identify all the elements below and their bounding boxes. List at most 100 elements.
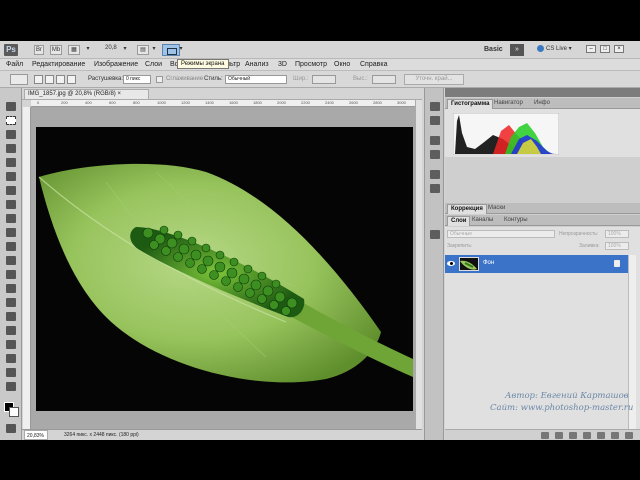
- refine-edge-button[interactable]: Уточн. край...: [404, 74, 464, 85]
- 3d-rotate-tool-icon[interactable]: [6, 354, 16, 363]
- dodge-tool-icon[interactable]: [6, 284, 16, 293]
- pen-tool-icon[interactable]: [6, 298, 16, 307]
- eraser-tool-icon[interactable]: [6, 242, 16, 251]
- opacity-input[interactable]: 100%: [605, 230, 629, 238]
- zoom-level[interactable]: 20,8: [105, 45, 117, 51]
- brush-tool-icon[interactable]: [6, 200, 16, 209]
- launch-bridge-button[interactable]: Br: [34, 45, 44, 55]
- path-selection-tool-icon[interactable]: [6, 326, 16, 335]
- tool-presets-panel-icon[interactable]: [430, 230, 440, 239]
- add-selection-icon[interactable]: [45, 75, 54, 84]
- cs-live-button[interactable]: CS Live ▾: [537, 45, 572, 52]
- view-extras-chevron-icon[interactable]: ▾: [84, 45, 92, 55]
- menu-image[interactable]: Изображение: [94, 61, 138, 68]
- healing-brush-tool-icon[interactable]: [6, 186, 16, 195]
- history-brush-tool-icon[interactable]: [6, 228, 16, 237]
- tab-info[interactable]: Инфо: [531, 99, 553, 109]
- tab-layers[interactable]: Слои: [447, 216, 471, 226]
- workspace-more-button[interactable]: »: [510, 44, 524, 56]
- view-extras-button[interactable]: ▦: [68, 45, 80, 55]
- blur-tool-icon[interactable]: [6, 270, 16, 279]
- workspace-switcher[interactable]: Basic: [484, 46, 503, 53]
- shape-tool-icon[interactable]: [6, 340, 16, 349]
- arrange-chevron-icon[interactable]: ▾: [150, 45, 158, 55]
- add-mask-icon[interactable]: [569, 432, 577, 439]
- paragraph-panel-icon[interactable]: [430, 184, 440, 193]
- menu-window[interactable]: Окно: [334, 61, 350, 68]
- document-tab[interactable]: IMG_1857.jpg @ 20,8% (RGB/8) ×: [24, 89, 149, 99]
- menu-file[interactable]: Файл: [6, 61, 23, 68]
- arrange-documents-button[interactable]: ▤: [137, 45, 149, 55]
- tab-channels[interactable]: Каналы: [469, 216, 496, 226]
- gradient-tool-icon[interactable]: [6, 256, 16, 265]
- visibility-eye-icon[interactable]: [447, 260, 455, 267]
- horizontal-ruler[interactable]: 0 200 400 600 800 1000 1200 1400 1600 18…: [31, 100, 422, 107]
- actions-panel-icon[interactable]: [430, 116, 440, 125]
- new-selection-icon[interactable]: [34, 75, 43, 84]
- feather-input[interactable]: 0 пикс: [123, 75, 151, 84]
- history-panel-icon[interactable]: [430, 102, 440, 111]
- document-image[interactable]: [36, 127, 413, 411]
- new-group-icon[interactable]: [597, 432, 605, 439]
- vertical-scrollbar[interactable]: [415, 100, 422, 429]
- hand-tool-icon[interactable]: [6, 382, 16, 391]
- width-input[interactable]: [312, 75, 336, 84]
- screen-mode-chevron-icon[interactable]: ▾: [177, 45, 185, 55]
- eyedropper-tool-icon[interactable]: [6, 172, 16, 181]
- menu-layers[interactable]: Слои: [145, 61, 162, 68]
- quick-mask-icon[interactable]: [6, 424, 16, 433]
- layer-row-background[interactable]: Фон: [445, 255, 628, 273]
- tab-adjustments[interactable]: Коррекция: [447, 204, 487, 214]
- marquee-tool-icon[interactable]: [6, 116, 16, 125]
- character-panel-icon[interactable]: [430, 170, 440, 179]
- 3d-orbit-tool-icon[interactable]: [6, 368, 16, 377]
- minimize-button[interactable]: –: [586, 45, 596, 53]
- menu-analysis[interactable]: Анализ: [245, 61, 269, 68]
- new-layer-icon[interactable]: [611, 432, 619, 439]
- vertical-ruler[interactable]: [23, 107, 31, 429]
- style-label: Стиль:: [204, 76, 223, 82]
- quick-selection-tool-icon[interactable]: [6, 144, 16, 153]
- tab-masks[interactable]: Маски: [485, 204, 508, 214]
- clone-stamp-tool-icon[interactable]: [6, 214, 16, 223]
- blend-mode-select[interactable]: Обычные: [447, 230, 555, 238]
- ruler-tick: 400: [85, 100, 92, 105]
- type-tool-icon[interactable]: [6, 312, 16, 321]
- launch-minibridge-button[interactable]: Mb: [50, 45, 62, 55]
- canvas-area[interactable]: [31, 107, 422, 429]
- ruler-tick: 2800: [373, 100, 382, 105]
- move-tool-icon[interactable]: [6, 102, 16, 111]
- close-tab-icon[interactable]: ×: [117, 91, 121, 97]
- menu-help[interactable]: Справка: [360, 61, 387, 68]
- menu-3d[interactable]: 3D: [278, 61, 287, 68]
- fill-input[interactable]: 100%: [605, 242, 629, 250]
- opacity-label: Непрозрачность:: [559, 231, 599, 237]
- subtract-selection-icon[interactable]: [56, 75, 65, 84]
- height-input[interactable]: [372, 75, 396, 84]
- close-button[interactable]: ×: [614, 45, 624, 53]
- maximize-button[interactable]: □: [600, 45, 610, 53]
- intersect-selection-icon[interactable]: [67, 75, 76, 84]
- fill-label: Заливка:: [579, 243, 600, 249]
- menu-view[interactable]: Просмотр: [295, 61, 327, 68]
- tab-paths[interactable]: Контуры: [501, 216, 531, 226]
- lasso-tool-icon[interactable]: [6, 130, 16, 139]
- width-label: Шир.:: [293, 76, 309, 82]
- status-zoom-field[interactable]: 20,83%: [24, 430, 48, 440]
- crop-tool-icon[interactable]: [6, 158, 16, 167]
- brush-panel-icon[interactable]: [430, 136, 440, 145]
- panel-collapse-bar[interactable]: [445, 88, 640, 97]
- link-layers-icon[interactable]: [541, 432, 549, 439]
- antialias-checkbox[interactable]: [156, 76, 163, 83]
- tab-navigator[interactable]: Навигатор: [491, 99, 526, 109]
- style-select[interactable]: Обычный: [225, 75, 287, 84]
- adjustment-layer-icon[interactable]: [583, 432, 591, 439]
- tab-histogram[interactable]: Гистограмма: [447, 99, 494, 109]
- menu-edit[interactable]: Редактирование: [32, 61, 85, 68]
- delete-layer-icon[interactable]: [625, 432, 633, 439]
- zoom-chevron-icon[interactable]: ▾: [121, 45, 129, 55]
- tool-preset-picker[interactable]: [10, 74, 28, 85]
- clone-source-panel-icon[interactable]: [430, 150, 440, 159]
- background-color-swatch[interactable]: [9, 407, 19, 417]
- layer-style-icon[interactable]: [555, 432, 563, 439]
